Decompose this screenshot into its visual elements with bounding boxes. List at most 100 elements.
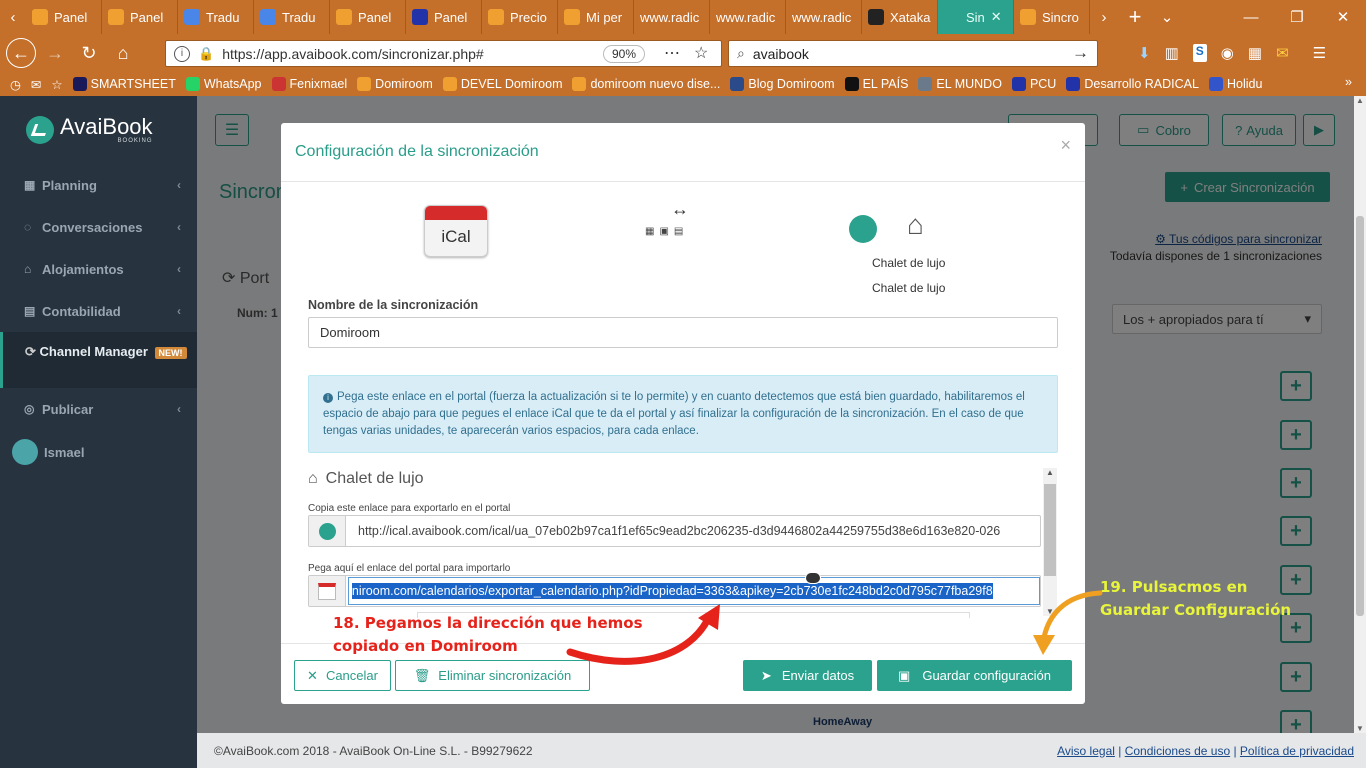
page-scrollbar[interactable]: ▲ ▼: [1354, 96, 1366, 733]
calendar-icon: ▦: [24, 178, 36, 192]
scroll-down-icon[interactable]: ▼: [1354, 724, 1366, 733]
unit-panel-scrollbar-thumb[interactable]: [1044, 484, 1056, 576]
browser-tab[interactable]: Panel: [406, 0, 482, 34]
chart-icon: ▤: [24, 304, 36, 318]
browser-tab[interactable]: Tradu: [254, 0, 330, 34]
mail-icon[interactable]: ✉: [31, 77, 41, 92]
more-tabs-icon[interactable]: ›: [1090, 9, 1118, 26]
bookmark-item[interactable]: DEVEL Domiroom: [442, 77, 562, 91]
sidebar-item-planning[interactable]: ▦ Planning ‹: [0, 164, 197, 206]
property-name: Chalet de lujo: [872, 256, 946, 270]
sidebar-item-alojamientos[interactable]: ⌂ Alojamientos ‹: [0, 248, 197, 290]
bookmark-item[interactable]: Holidu: [1208, 77, 1262, 91]
browser-tab[interactable]: Sincro: [1014, 0, 1090, 34]
export-url-input[interactable]: http://ical.avaibook.com/ical/ua_07eb02b…: [358, 524, 1000, 538]
restore-icon[interactable]: ❐: [1274, 8, 1320, 26]
user-name: Ismael: [44, 444, 85, 460]
scroll-up-icon[interactable]: ▲: [1354, 96, 1366, 105]
home-icon[interactable]: ⌂: [108, 38, 138, 68]
tab-list-chevron-icon[interactable]: ⌄: [1152, 8, 1182, 26]
sidebar-item-label: Conversaciones: [42, 219, 143, 235]
home-icon: ⌂: [308, 470, 318, 487]
footer-link-privacidad[interactable]: Política de privacidad: [1240, 744, 1354, 758]
bookmark-item[interactable]: EL PAÍS: [844, 77, 908, 91]
page-actions-icon[interactable]: ⋯: [664, 43, 680, 63]
footer-link-condiciones[interactable]: Condiciones de uso: [1125, 744, 1230, 758]
browser-tab[interactable]: Xataka: [862, 0, 938, 34]
scroll-up-icon[interactable]: ▲: [1043, 468, 1057, 477]
save-config-button[interactable]: ▣ Guardar configuración: [877, 660, 1072, 691]
new-tab-icon[interactable]: +: [1118, 4, 1152, 30]
sidebar-item-publicar[interactable]: ◎ Publicar ‹: [0, 388, 197, 430]
history-icon[interactable]: ◷: [10, 77, 21, 92]
extension-mail-icon[interactable]: ✉: [1276, 44, 1289, 62]
bookmark-item[interactable]: Domiroom: [357, 77, 433, 91]
download-icon[interactable]: ⬇: [1138, 44, 1151, 62]
search-go-icon[interactable]: →: [1072, 43, 1089, 63]
bookmark-item[interactable]: SMARTSHEET: [72, 77, 176, 91]
browser-tab[interactable]: www.radic: [786, 0, 862, 34]
close-tab-icon[interactable]: ✕: [991, 9, 1002, 25]
bookmark-item[interactable]: Blog Domiroom: [730, 77, 835, 91]
extension-eye-icon[interactable]: ◉: [1221, 44, 1234, 62]
more-bookmarks-icon[interactable]: »: [1345, 75, 1352, 89]
url-text[interactable]: https://app.avaibook.com/sincronizar.php…: [222, 46, 484, 62]
chevron-left-icon: ‹: [177, 304, 181, 318]
browser-tab[interactable]: www.radic: [634, 0, 710, 34]
bookmark-item[interactable]: domiroom nuevo dise...: [572, 77, 720, 91]
browser-tab[interactable]: Sin ✕: [938, 0, 1014, 34]
forward-icon[interactable]: →: [40, 38, 70, 68]
send-data-button[interactable]: ➤ Enviar datos: [743, 660, 872, 691]
name-label: Nombre de la sincronización: [308, 298, 479, 312]
bookmark-item[interactable]: Fenixmael: [271, 77, 347, 91]
bookmark-star-icon[interactable]: ☆: [694, 43, 708, 63]
browser-tab[interactable]: Panel: [26, 0, 102, 34]
lock-icon: 🔒: [198, 45, 215, 61]
reload-icon[interactable]: ↻: [74, 38, 104, 68]
extension-s-icon[interactable]: S: [1192, 44, 1207, 62]
back-icon[interactable]: ←: [6, 38, 36, 68]
browser-tab-label: Mi per: [586, 9, 623, 25]
minimize-icon[interactable]: —: [1228, 9, 1274, 26]
zoom-badge[interactable]: 90%: [603, 45, 646, 63]
avaibook-logo[interactable]: AvaiBook BOOKING: [0, 96, 197, 164]
bookmark-favicon-icon: [1066, 77, 1081, 91]
menu-icon[interactable]: ☰: [1313, 44, 1326, 62]
bookmark-item[interactable]: PCU: [1011, 77, 1056, 91]
close-window-icon[interactable]: ✕: [1320, 8, 1366, 26]
browser-tab[interactable]: Tradu: [178, 0, 254, 34]
info-text: Pega este enlace en el portal (fuerza la…: [323, 391, 1025, 437]
logo-text: AvaiBook: [60, 114, 153, 139]
browser-tab[interactable]: Panel: [102, 0, 178, 34]
browser-tab[interactable]: Mi per: [558, 0, 634, 34]
name-input-value: Domiroom: [320, 325, 380, 340]
avaibook-addon-icon: [309, 516, 346, 546]
sidebar-item-conversaciones[interactable]: ◌ Conversaciones ‹: [0, 206, 197, 248]
search-input[interactable]: avaibook: [753, 46, 809, 62]
browser-tab[interactable]: Panel: [330, 0, 406, 34]
page-scrollbar-thumb[interactable]: [1356, 216, 1364, 616]
bookmarks-icon[interactable]: ☆: [51, 77, 62, 92]
info-icon[interactable]: i: [174, 45, 190, 62]
sidebar-item-label: Publicar: [42, 401, 94, 417]
name-input[interactable]: Domiroom: [308, 317, 1058, 348]
url-bar[interactable]: i 🔒 https://app.avaibook.com/sincronizar…: [165, 40, 722, 67]
cancel-button[interactable]: ✕ Cancelar: [294, 660, 391, 691]
scroll-tabs-left-icon[interactable]: ‹: [0, 9, 26, 26]
bookmark-item[interactable]: WhatsApp: [185, 77, 262, 91]
search-bar[interactable]: ⌕ avaibook →: [728, 40, 1098, 67]
browser-tab[interactable]: Precio: [482, 0, 558, 34]
sidebar-user[interactable]: Ismael: [0, 430, 197, 474]
close-icon[interactable]: ×: [1060, 135, 1071, 156]
footer-link-aviso[interactable]: Aviso legal: [1057, 744, 1115, 758]
browser-tab-bar: ‹ Panel Panel Tradu Tradu Panel Panel Precio Mi…: [0, 0, 1366, 34]
bookmark-item[interactable]: EL MUNDO: [918, 77, 1002, 91]
extension-grid-icon[interactable]: ▦: [1248, 44, 1262, 62]
library-icon[interactable]: ▥: [1165, 44, 1179, 62]
bookmark-item[interactable]: Desarrollo RADICAL: [1066, 77, 1199, 91]
sidebar-item-channel-manager[interactable]: ⟳ Channel Manager NEW!: [0, 332, 197, 388]
browser-tab-label: Tradu: [282, 9, 316, 25]
browser-tab[interactable]: www.radic: [710, 0, 786, 34]
sidebar-item-contabilidad[interactable]: ▤ Contabilidad ‹: [0, 290, 197, 332]
browser-tab-label: www.radic: [716, 9, 776, 25]
